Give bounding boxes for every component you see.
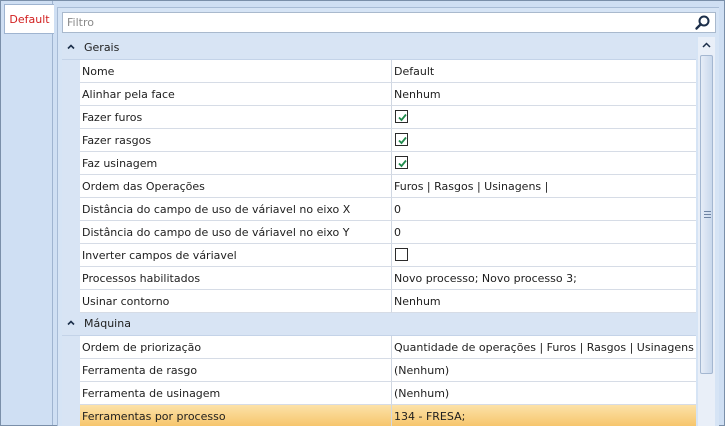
property-row[interactable]: Ferramentas por processo 134 - FRESA; xyxy=(62,405,696,426)
category-label: Máquina xyxy=(84,317,131,330)
row-indent xyxy=(62,359,80,382)
property-value[interactable]: Default xyxy=(392,60,696,83)
property-row[interactable]: Fazer furos xyxy=(62,106,696,129)
property-value[interactable] xyxy=(392,152,696,175)
checkbox-checked[interactable] xyxy=(395,110,408,123)
property-row[interactable]: Alinhar pela face Nenhum xyxy=(62,83,696,106)
property-name[interactable]: Processos habilitados xyxy=(80,267,392,290)
chevron-up-icon[interactable] xyxy=(66,42,76,52)
row-indent xyxy=(62,405,80,426)
filter-box[interactable]: Filtro xyxy=(62,12,716,33)
property-name[interactable]: Ferramenta de usinagem xyxy=(80,382,392,405)
vertical-scrollbar[interactable] xyxy=(698,37,715,426)
checkbox-checked[interactable] xyxy=(395,156,408,169)
property-row[interactable]: Ferramenta de usinagem (Nenhum) xyxy=(62,382,696,405)
property-row[interactable]: Faz usinagem xyxy=(62,152,696,175)
property-name[interactable]: Fazer furos xyxy=(80,106,392,129)
row-indent xyxy=(62,221,80,244)
row-indent xyxy=(62,152,80,175)
row-indent xyxy=(62,60,80,83)
property-panel: Filtro Gerais Nome Default Alinhar pela fac… xyxy=(57,7,719,426)
property-value[interactable]: Nenhum xyxy=(392,290,696,313)
row-indent xyxy=(62,129,80,152)
category-gerais[interactable]: Gerais xyxy=(62,37,696,60)
category-label: Gerais xyxy=(84,41,120,54)
checkbox-unchecked[interactable] xyxy=(395,248,408,261)
property-row[interactable]: Nome Default xyxy=(62,60,696,83)
property-row[interactable]: Distância do campo de uso de váriavel no… xyxy=(62,198,696,221)
property-grid: Gerais Nome Default Alinhar pela face Nenhum… xyxy=(62,37,696,426)
property-name[interactable]: Ferramentas por processo xyxy=(80,405,392,426)
row-indent xyxy=(62,336,80,359)
scroll-up-icon[interactable] xyxy=(698,37,715,54)
row-indent xyxy=(62,267,80,290)
filter-input[interactable]: Filtro xyxy=(67,16,94,29)
property-value[interactable] xyxy=(392,244,696,267)
property-row[interactable]: Ferramenta de rasgo (Nenhum) xyxy=(62,359,696,382)
property-value[interactable]: (Nenhum) xyxy=(392,359,696,382)
property-value[interactable]: Quantidade de operações | Furos | Rasgos… xyxy=(392,336,696,359)
property-row[interactable]: Inverter campos de váriavel xyxy=(62,244,696,267)
property-name[interactable]: Usinar contorno xyxy=(80,290,392,313)
property-row[interactable]: Processos habilitados Novo processo; Novo… xyxy=(62,267,696,290)
property-value[interactable]: Furos | Rasgos | Usinagens | xyxy=(392,175,696,198)
row-indent xyxy=(62,244,80,267)
property-value[interactable]: Novo processo; Novo processo 3; xyxy=(392,267,696,290)
checkbox-checked[interactable] xyxy=(395,133,408,146)
row-indent xyxy=(62,198,80,221)
row-indent xyxy=(62,83,80,106)
scroll-thumb[interactable] xyxy=(700,55,713,374)
property-name[interactable]: Ordem de priorização xyxy=(80,336,392,359)
property-value[interactable] xyxy=(392,106,696,129)
property-row[interactable]: Fazer rasgos xyxy=(62,129,696,152)
grip-icon xyxy=(704,211,711,220)
property-name[interactable]: Distância do campo de uso de váriavel no… xyxy=(80,221,392,244)
row-indent xyxy=(62,382,80,405)
category-maquina[interactable]: Máquina xyxy=(62,313,696,336)
property-row[interactable]: Ordem de priorização Quantidade de operaç… xyxy=(62,336,696,359)
property-name[interactable]: Ordem das Operações xyxy=(80,175,392,198)
property-name[interactable]: Alinhar pela face xyxy=(80,83,392,106)
property-value[interactable] xyxy=(392,129,696,152)
property-name[interactable]: Distância do campo de uso de váriavel no… xyxy=(80,198,392,221)
property-row[interactable]: Ordem das Operações Furos | Rasgos | Usin… xyxy=(62,175,696,198)
property-name[interactable]: Fazer rasgos xyxy=(80,129,392,152)
property-row[interactable]: Usinar contorno Nenhum xyxy=(62,290,696,313)
property-value[interactable]: 0 xyxy=(392,198,696,221)
property-row[interactable]: Distância do campo de uso de váriavel no… xyxy=(62,221,696,244)
row-indent xyxy=(62,175,80,198)
row-indent xyxy=(62,290,80,313)
property-name[interactable]: Inverter campos de váriavel xyxy=(80,244,392,267)
property-value[interactable]: (Nenhum) xyxy=(392,382,696,405)
property-name[interactable]: Ferramenta de rasgo xyxy=(80,359,392,382)
property-value[interactable]: 134 - FRESA; xyxy=(392,405,696,426)
property-name[interactable]: Nome xyxy=(80,60,392,83)
property-name[interactable]: Faz usinagem xyxy=(80,152,392,175)
chevron-up-icon[interactable] xyxy=(66,318,76,328)
property-value[interactable]: 0 xyxy=(392,221,696,244)
row-indent xyxy=(62,106,80,129)
tab-default[interactable]: Default xyxy=(4,4,54,34)
tab-strip: Default xyxy=(1,1,54,425)
search-icon[interactable] xyxy=(694,14,712,32)
property-value[interactable]: Nenhum xyxy=(392,83,696,106)
